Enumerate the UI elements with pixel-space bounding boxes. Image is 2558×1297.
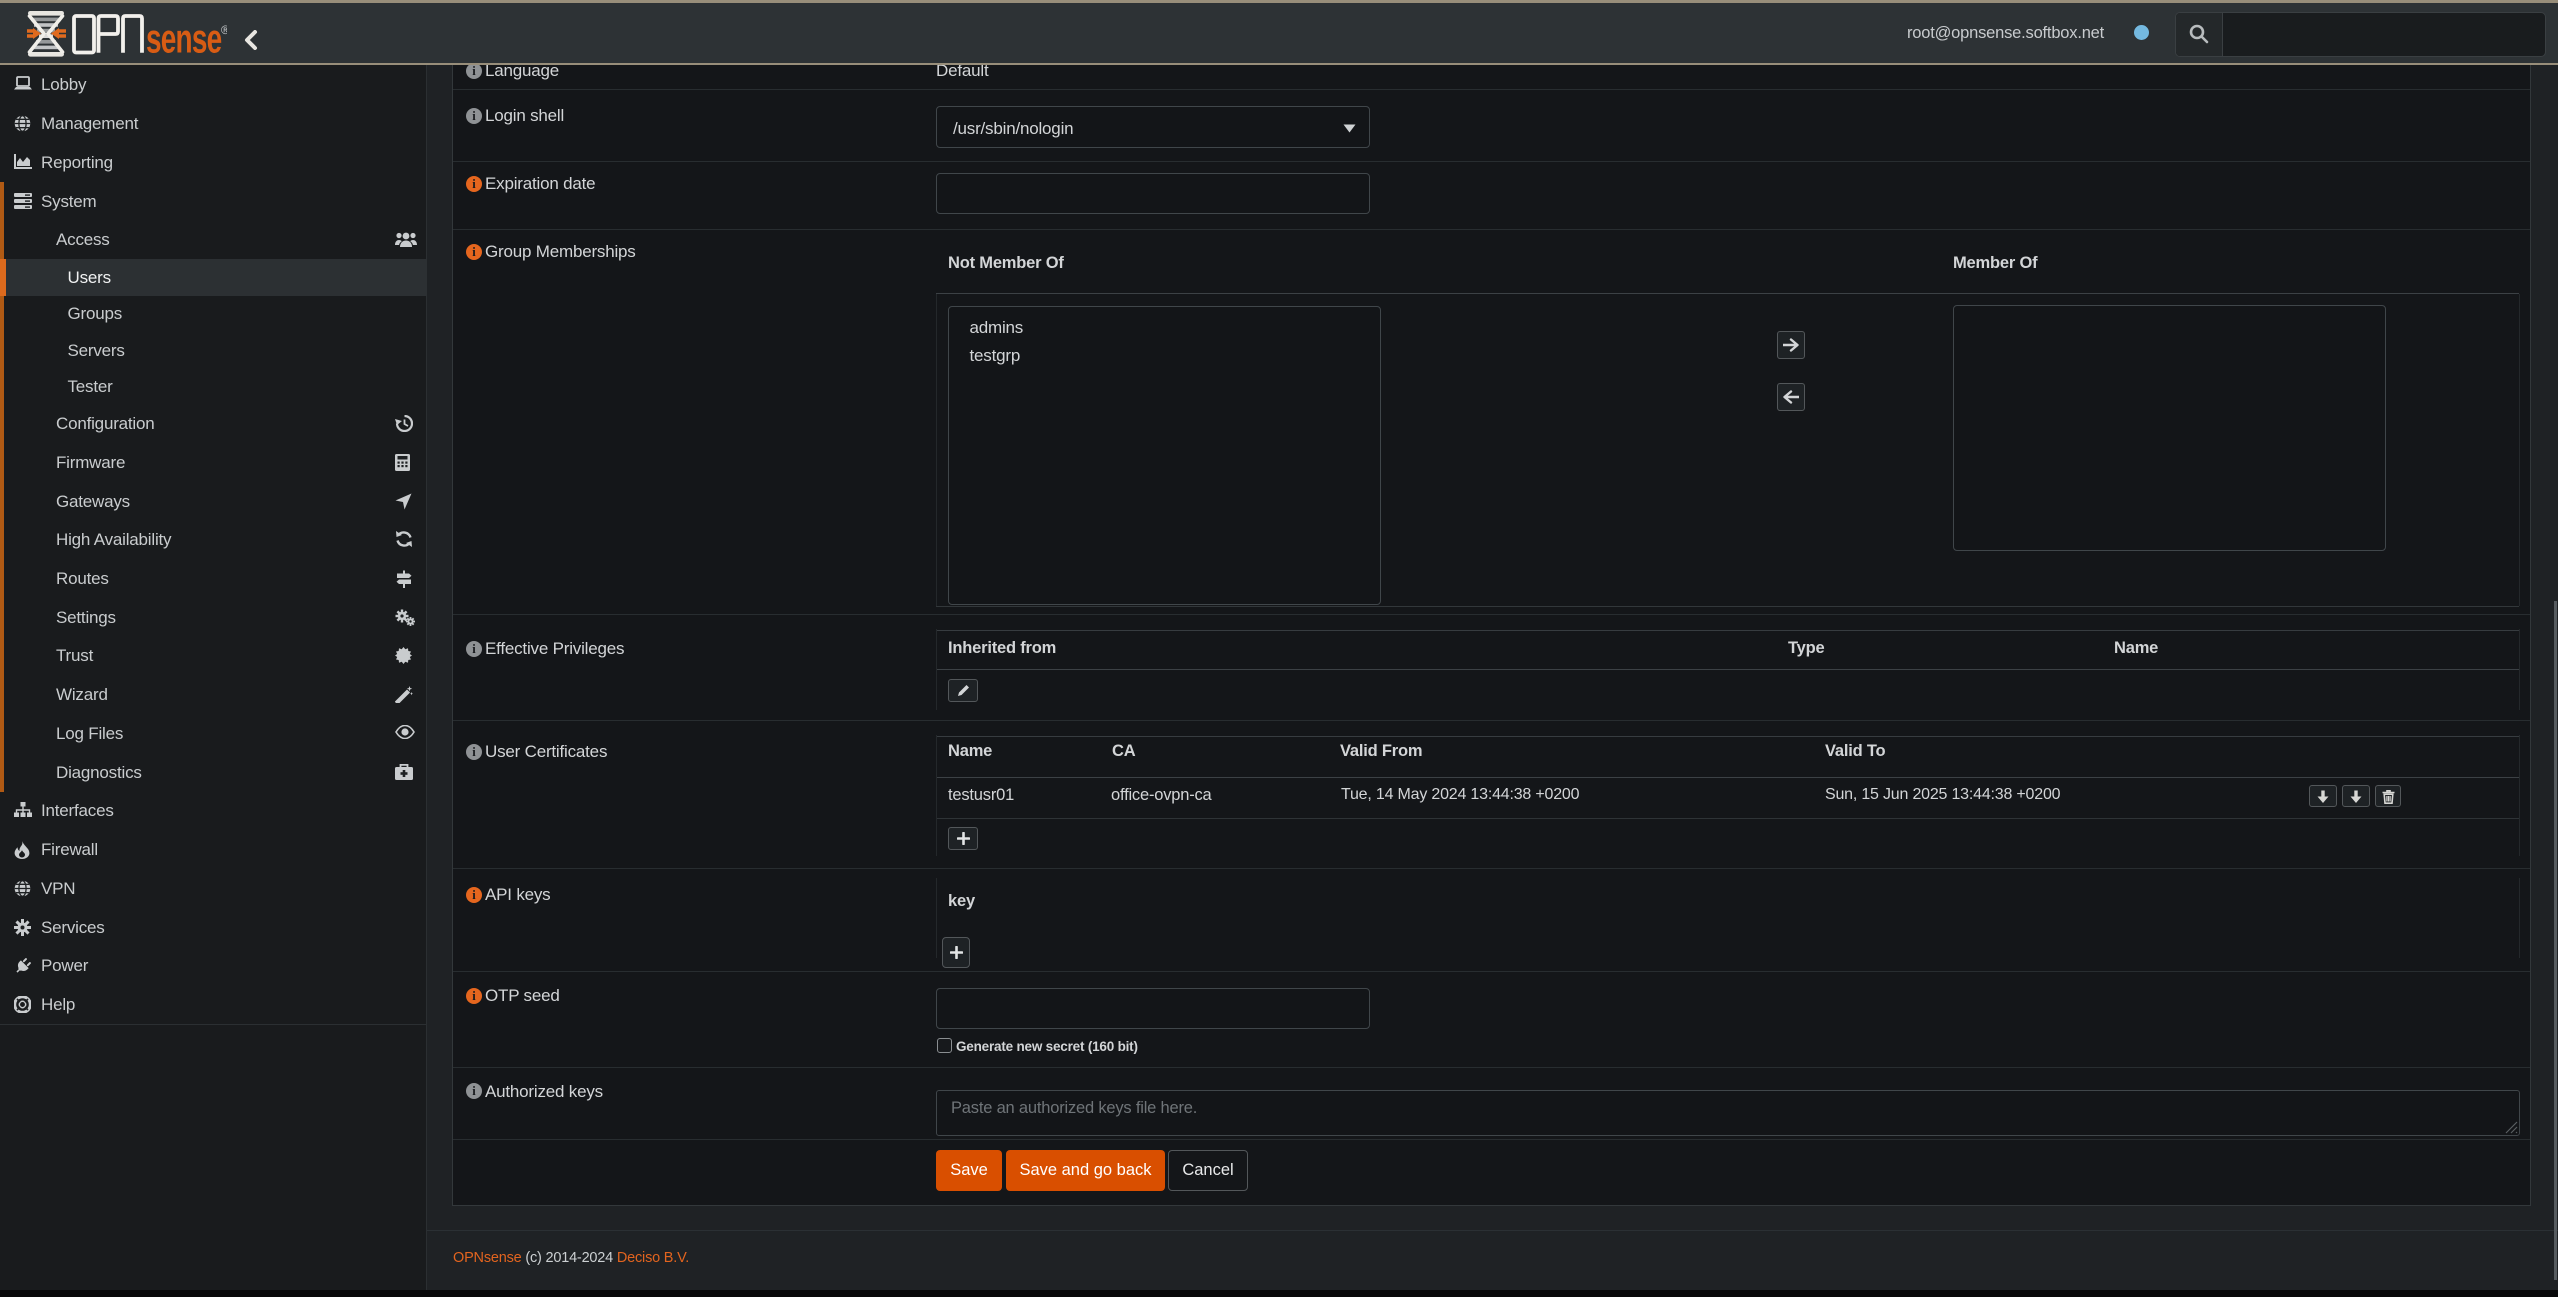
svg-text:®: ® bbox=[221, 23, 227, 37]
svg-text:sense: sense bbox=[146, 17, 222, 60]
